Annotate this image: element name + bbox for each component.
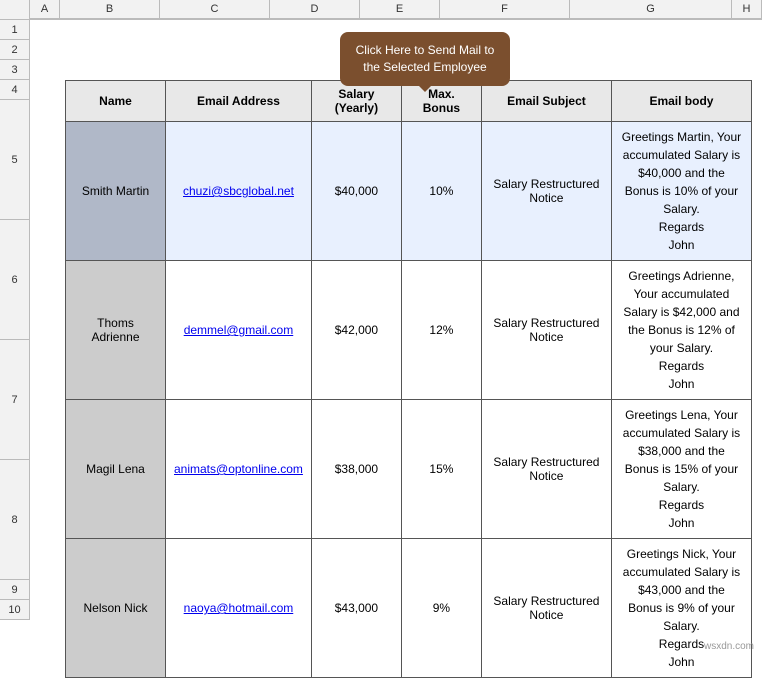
th-email: Email Address xyxy=(166,81,312,122)
cell-bonus: 10% xyxy=(401,122,481,261)
send-mail-button[interactable]: Click Here to Send Mail to the Selected … xyxy=(340,32,510,86)
row-num-8[interactable]: 8 xyxy=(0,460,30,580)
col-header-d[interactable]: D xyxy=(270,0,360,19)
row-num-3[interactable]: 3 xyxy=(0,60,30,80)
col-header-c[interactable]: C xyxy=(160,0,270,19)
cell-salary: $38,000 xyxy=(311,400,401,539)
col-header-f[interactable]: F xyxy=(440,0,570,19)
row-num-5[interactable]: 5 xyxy=(0,100,30,220)
main-table-container: Name Email Address Salary (Yearly) Max. … xyxy=(65,80,752,678)
cell-bonus: 9% xyxy=(401,539,481,678)
cell-subject: Salary Restructured Notice xyxy=(481,261,611,400)
row-num-6[interactable]: 6 xyxy=(0,220,30,340)
table-row[interactable]: Smith Martin chuzi@sbcglobal.net $40,00010… xyxy=(66,122,752,261)
col-header-b[interactable]: B xyxy=(60,0,160,19)
table-row[interactable]: Magil Lena animats@optonline.com $38,00015… xyxy=(66,400,752,539)
cell-subject: Salary Restructured Notice xyxy=(481,122,611,261)
cell-salary: $43,000 xyxy=(311,539,401,678)
cell-name: Nelson Nick xyxy=(66,539,166,678)
th-bonus: Max. Bonus xyxy=(401,81,481,122)
email-link[interactable]: chuzi@sbcglobal.net xyxy=(183,184,294,198)
spreadsheet: A B C D E F G H 1 2 3 4 5 6 7 8 9 10 Cli… xyxy=(0,0,762,656)
cell-email-body: Greetings Martin, Your accumulated Salar… xyxy=(611,122,751,261)
cell-email-body: Greetings Lena, Your accumulated Salary … xyxy=(611,400,751,539)
cell-email[interactable]: demmel@gmail.com xyxy=(166,261,312,400)
row-num-7[interactable]: 7 xyxy=(0,340,30,460)
email-link[interactable]: naoya@hotmail.com xyxy=(184,601,294,615)
cell-salary: $40,000 xyxy=(311,122,401,261)
grid-corner xyxy=(0,0,30,19)
grid-body: 1 2 3 4 5 6 7 8 9 10 Click Here to Send … xyxy=(0,20,762,620)
email-link[interactable]: animats@optonline.com xyxy=(174,462,303,476)
data-table: Name Email Address Salary (Yearly) Max. … xyxy=(65,80,752,678)
col-header-h[interactable]: H xyxy=(732,0,762,19)
table-row[interactable]: Thoms Adrienne demmel@gmail.com $42,00012%… xyxy=(66,261,752,400)
cell-name: Smith Martin xyxy=(66,122,166,261)
cell-salary: $42,000 xyxy=(311,261,401,400)
row-numbers: 1 2 3 4 5 6 7 8 9 10 xyxy=(0,20,30,620)
cell-name: Thoms Adrienne xyxy=(66,261,166,400)
col-header-g[interactable]: G xyxy=(570,0,732,19)
row-num-10[interactable]: 10 xyxy=(0,600,30,620)
th-body: Email body xyxy=(611,81,751,122)
cell-subject: Salary Restructured Notice xyxy=(481,539,611,678)
email-link[interactable]: demmel@gmail.com xyxy=(184,323,294,337)
cell-email-body: Greetings Adrienne, Your accumulated Sal… xyxy=(611,261,751,400)
th-subject: Email Subject xyxy=(481,81,611,122)
col-header-e[interactable]: E xyxy=(360,0,440,19)
grid-content: Click Here to Send Mail to the Selected … xyxy=(30,20,762,620)
cell-subject: Salary Restructured Notice xyxy=(481,400,611,539)
col-header-a[interactable]: A xyxy=(30,0,60,19)
cell-email[interactable]: animats@optonline.com xyxy=(166,400,312,539)
row-num-1[interactable]: 1 xyxy=(0,20,30,40)
cell-email-body: Greetings Nick, Your accumulated Salary … xyxy=(611,539,751,678)
row-num-2[interactable]: 2 xyxy=(0,40,30,60)
cell-email[interactable]: naoya@hotmail.com xyxy=(166,539,312,678)
column-headers: A B C D E F G H xyxy=(0,0,762,20)
cell-bonus: 15% xyxy=(401,400,481,539)
th-salary: Salary (Yearly) xyxy=(311,81,401,122)
table-row[interactable]: Nelson Nick naoya@hotmail.com $43,0009%Sal… xyxy=(66,539,752,678)
cell-bonus: 12% xyxy=(401,261,481,400)
cell-name: Magil Lena xyxy=(66,400,166,539)
cell-email[interactable]: chuzi@sbcglobal.net xyxy=(166,122,312,261)
th-name: Name xyxy=(66,81,166,122)
table-header-row: Name Email Address Salary (Yearly) Max. … xyxy=(66,81,752,122)
row-num-9[interactable]: 9 xyxy=(0,580,30,600)
row-num-4[interactable]: 4 xyxy=(0,80,30,100)
watermark: wsxdn.com xyxy=(704,641,754,652)
